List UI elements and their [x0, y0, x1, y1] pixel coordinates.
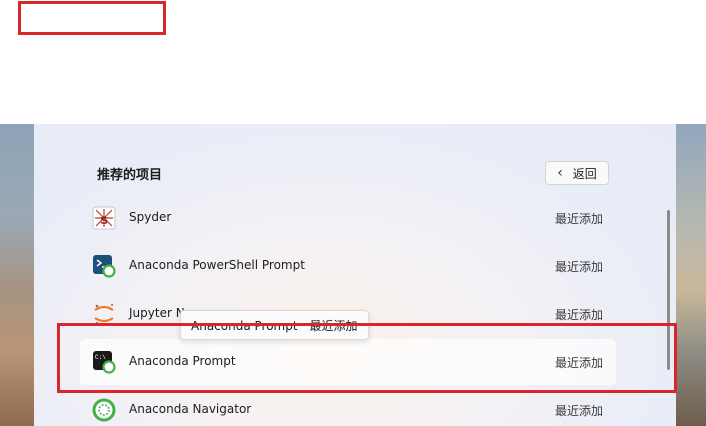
app-meta: 最近添加 — [554, 212, 603, 226]
tooltip: Anaconda Prompt 最近添加 — [180, 310, 369, 340]
list-item-anaconda-navigator[interactable]: Anaconda Navigator 最近添加 — [80, 387, 616, 426]
jupyter-icon — [94, 304, 114, 325]
app-meta: 最近添加 — [554, 260, 603, 274]
app-name: Jupyter N — [129, 306, 185, 320]
app-name: Anaconda PowerShell Prompt — [129, 258, 305, 272]
desktop-wallpaper-right — [676, 124, 706, 426]
spyder-icon: S — [92, 206, 116, 230]
powershell-prompt-icon — [93, 255, 116, 278]
app-meta: 最近添加 — [554, 404, 603, 418]
app-name: Anaconda Prompt — [129, 354, 236, 368]
app-meta: 最近添加 — [554, 308, 603, 322]
app-meta: 最近添加 — [554, 356, 603, 370]
start-menu-recommended-panel: 推荐的项目 ‹ 返回 S Spyder 最近添加 Anaconda PowerS… — [34, 124, 676, 426]
back-button-label: 返回 — [572, 166, 597, 181]
svg-text:C:\: C:\ — [95, 354, 106, 361]
app-name: Spyder — [129, 210, 172, 224]
desktop-wallpaper-left — [0, 124, 34, 426]
list-item-spyder[interactable]: S Spyder 最近添加 — [80, 195, 616, 241]
annotation-box-top — [18, 1, 166, 35]
list-item-anaconda-prompt[interactable]: C:\ Anaconda Prompt 最近添加 — [80, 339, 616, 385]
anaconda-prompt-icon: C:\ — [93, 351, 116, 374]
back-button[interactable]: ‹ 返回 — [545, 161, 609, 185]
list-item-anaconda-powershell-prompt[interactable]: Anaconda PowerShell Prompt 最近添加 — [80, 243, 616, 289]
app-name: Anaconda Navigator — [129, 402, 252, 416]
scrollbar[interactable] — [667, 210, 670, 370]
anaconda-navigator-icon — [92, 398, 116, 422]
chevron-left-icon: ‹ — [557, 165, 563, 181]
svg-text:S: S — [100, 215, 107, 227]
panel-title: 推荐的项目 — [97, 168, 163, 183]
